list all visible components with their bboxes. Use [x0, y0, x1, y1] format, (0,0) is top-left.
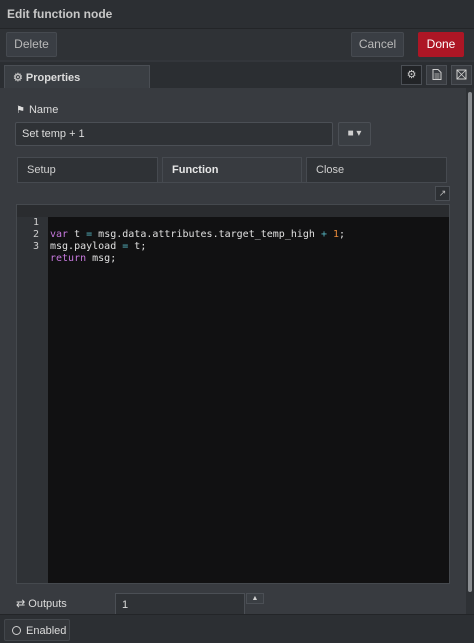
tab-properties-label: Properties [25, 72, 81, 84]
subtabs-divider [17, 182, 447, 183]
cancel-button[interactable]: Cancel [351, 32, 404, 57]
caret-down-icon: ▾ [356, 128, 362, 139]
outputs-label: ⇄ Outputs [16, 597, 67, 610]
description-icon [432, 69, 441, 80]
code-text: msg.payload = t; [50, 241, 147, 252]
code-line: 3 return msg; [17, 229, 449, 264]
outputs-label-text: Outputs [28, 598, 67, 610]
subtab-close[interactable]: Close [306, 157, 447, 182]
dialog-footer: Enabled [0, 614, 474, 643]
subtab-setup[interactable]: Setup [17, 157, 158, 182]
outputs-increment-button[interactable]: ▲ [246, 593, 264, 604]
settings-tab-button[interactable]: ⚙ [401, 65, 422, 85]
subtab-function[interactable]: Function [162, 157, 302, 182]
dialog-tabs: ⚙ Properties ⚙ [0, 62, 474, 89]
code-line: 1 var t = msg.data.attributes.target_tem… [17, 205, 449, 240]
scrollbar-thumb[interactable] [468, 92, 472, 592]
line-number: 3 [32, 241, 39, 252]
outputs-input[interactable]: 1 [115, 593, 245, 614]
name-label: ⚑ Name [16, 104, 58, 116]
panel-scrollbar[interactable] [466, 88, 474, 614]
done-button[interactable]: Done [418, 32, 464, 57]
expand-icon: ↗ [438, 188, 447, 198]
appearance-tab-button[interactable] [451, 65, 472, 85]
tag-icon: ⚑ [16, 105, 25, 116]
gear-icon: ⚙ [13, 72, 23, 84]
enabled-label: Enabled [26, 625, 67, 637]
gear-icon: ⚙ [406, 69, 417, 81]
code-editor[interactable]: 1 var t = msg.data.attributes.target_tem… [16, 204, 450, 584]
code-text: return msg; [50, 253, 117, 264]
name-label-text: Name [28, 104, 59, 116]
delete-button[interactable]: Delete [6, 32, 57, 57]
appearance-icon [456, 69, 467, 80]
dialog-titlebar: Edit function node [0, 0, 474, 29]
tab-properties[interactable]: ⚙ Properties [4, 65, 150, 89]
name-input[interactable] [15, 122, 333, 146]
function-subtabs: Setup Function Close [17, 157, 447, 182]
properties-panel: ⚑Name ■ ▾ Setup Function Close ↗ 1 var t… [0, 88, 466, 614]
description-tab-button[interactable] [426, 65, 447, 85]
circle-icon [12, 626, 21, 635]
dialog-toolbar: Delete Cancel Done [0, 29, 474, 60]
caret-up-icon: ▲ [251, 595, 259, 602]
enabled-toggle[interactable]: Enabled [4, 619, 70, 641]
dialog-title: Edit function node [7, 7, 113, 21]
library-button[interactable]: ■ ▾ [338, 122, 371, 146]
book-icon: ■ [347, 128, 354, 139]
code-line: 2 msg.payload = t; [17, 217, 449, 252]
expand-editor-button[interactable]: ↗ [435, 186, 450, 201]
shuffle-icon: ⇄ [16, 598, 26, 610]
